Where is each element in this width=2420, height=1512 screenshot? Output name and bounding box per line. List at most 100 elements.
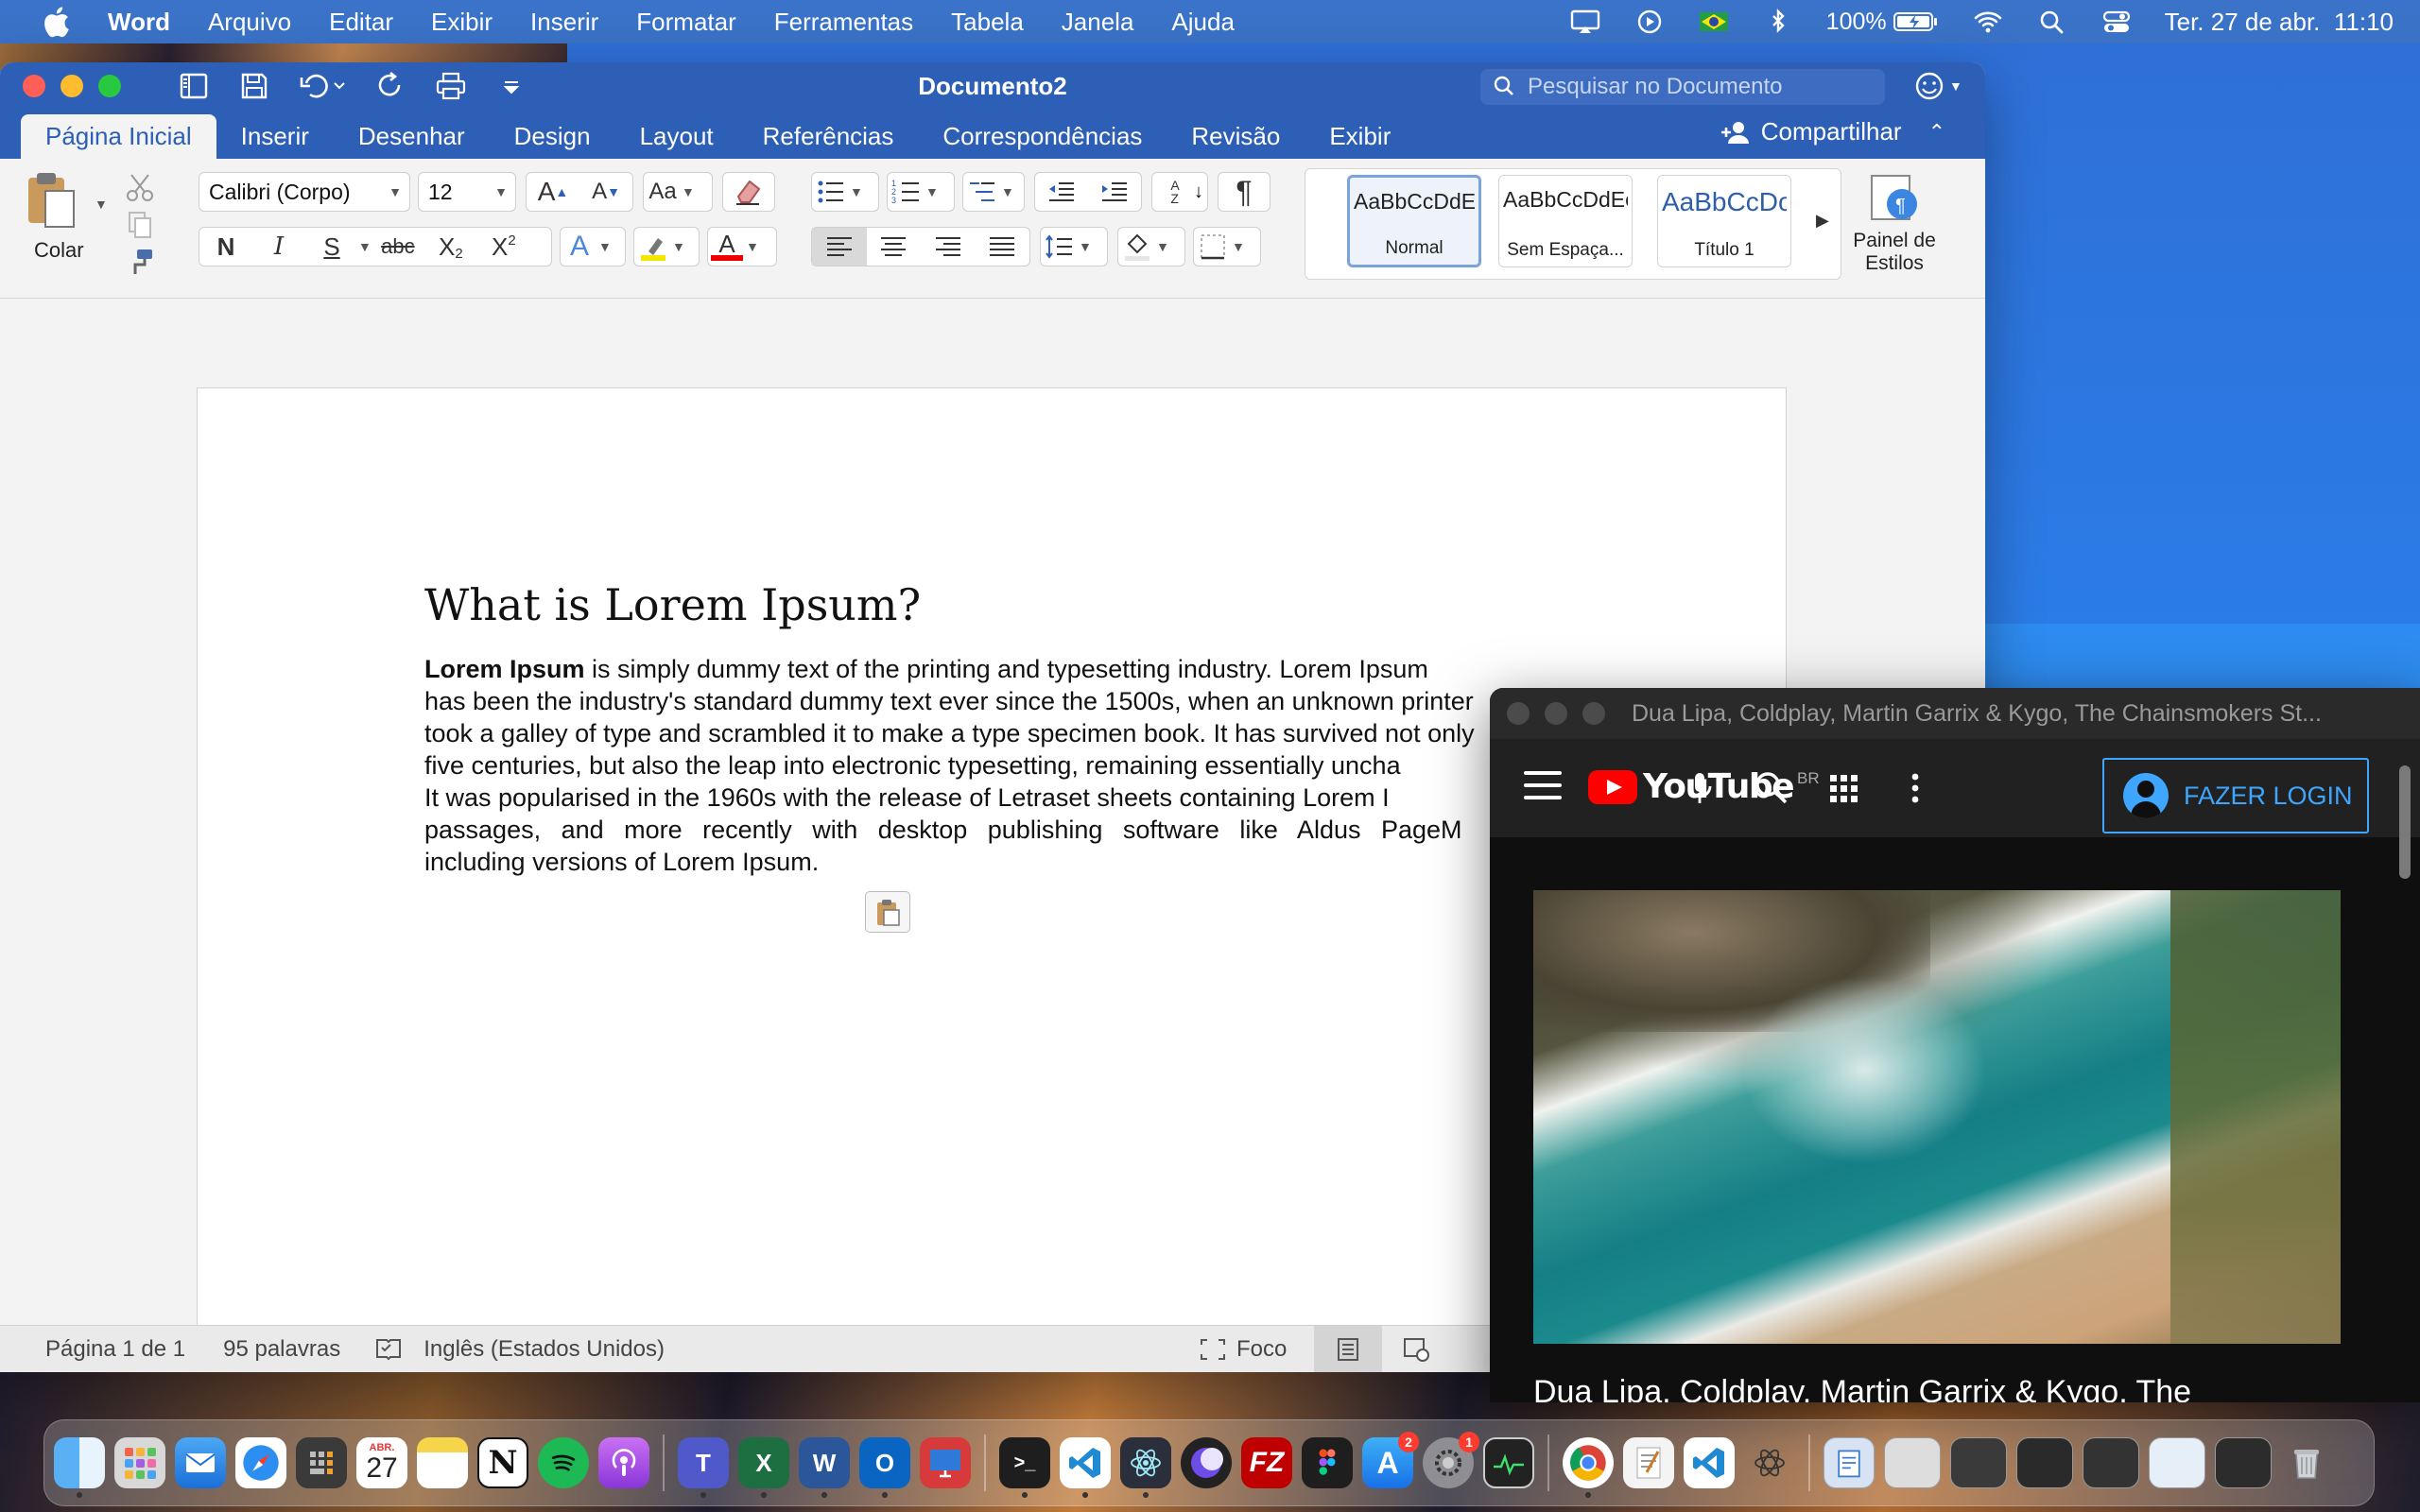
more-options-icon[interactable]: [1894, 767, 1936, 809]
search-document-field[interactable]: Pesquisar no Documento: [1480, 69, 1885, 105]
sidebar-toggle-icon[interactable]: [178, 70, 210, 102]
documents-folder-icon[interactable]: [1824, 1437, 1875, 1488]
calculator-icon[interactable]: [296, 1437, 347, 1488]
play-icon[interactable]: [1634, 8, 1666, 36]
search-icon[interactable]: [1751, 767, 1792, 809]
show-formatting-button[interactable]: ¶: [1218, 172, 1270, 212]
remote-desktop-icon[interactable]: [920, 1437, 971, 1488]
video-player[interactable]: [1533, 890, 2341, 1344]
podcasts-icon[interactable]: [598, 1437, 649, 1488]
window-thumbnail-1[interactable]: [1884, 1437, 1941, 1488]
styles-next-arrow-icon[interactable]: ▶: [1816, 211, 1829, 231]
paste-options-button[interactable]: [865, 891, 910, 933]
align-center-icon[interactable]: [867, 228, 922, 266]
trash-icon[interactable]: [2281, 1437, 2332, 1488]
tab-correspondencias[interactable]: Correspondências: [918, 122, 1167, 159]
language-status[interactable]: Inglês (Estados Unidos): [424, 1336, 665, 1363]
collapse-ribbon-icon[interactable]: ⌃: [1928, 120, 1945, 145]
youtube-scrollbar[interactable]: [2397, 747, 2412, 1399]
paste-button[interactable]: ▼ Colar: [23, 170, 110, 265]
undo-icon[interactable]: [299, 70, 346, 102]
underline-button[interactable]: S: [305, 228, 358, 266]
app-store-icon[interactable]: A 2: [1362, 1432, 1419, 1488]
decrease-indent-icon[interactable]: [1035, 173, 1088, 211]
multilevel-list-button[interactable]: ▼: [962, 172, 1025, 212]
tab-desenhar[interactable]: Desenhar: [334, 122, 490, 159]
menu-formatar[interactable]: Formatar: [636, 8, 735, 37]
focus-button[interactable]: Foco: [1199, 1336, 1287, 1363]
word-count[interactable]: 95 palavras: [223, 1336, 340, 1363]
notes-icon[interactable]: [417, 1437, 468, 1488]
teams-icon[interactable]: T: [678, 1437, 729, 1498]
menu-inserir[interactable]: Inserir: [530, 8, 598, 37]
spotify-icon[interactable]: [538, 1437, 589, 1488]
brazil-flag-icon[interactable]: [1698, 8, 1730, 36]
safari-icon[interactable]: [235, 1437, 286, 1488]
highlight-button[interactable]: ▼: [633, 227, 700, 266]
superscript-icon[interactable]: X2: [477, 228, 530, 266]
feedback-smiley-icon[interactable]: ▼: [1913, 70, 1966, 102]
microphone-icon[interactable]: [1679, 767, 1720, 809]
grow-font-icon[interactable]: A ▲: [527, 173, 579, 211]
style-titulo-1[interactable]: AaBbCcDc Título 1: [1657, 175, 1791, 267]
customize-toolbar-icon[interactable]: [495, 70, 527, 102]
electron-secondary-icon[interactable]: [1744, 1437, 1795, 1488]
screen-mirroring-icon[interactable]: [1569, 8, 1601, 36]
tab-layout[interactable]: Layout: [615, 122, 738, 159]
save-icon[interactable]: [238, 70, 270, 102]
sort-button[interactable]: A Z ↓: [1151, 172, 1208, 212]
clear-formatting-button[interactable]: [722, 172, 775, 212]
document-heading[interactable]: What is Lorem Ipsum?: [424, 579, 921, 630]
yt-minimize-button[interactable]: [1545, 702, 1567, 725]
terminal-icon[interactable]: >_: [999, 1437, 1050, 1498]
font-name-dropdown[interactable]: Calibri (Corpo) ▼: [199, 172, 410, 212]
line-spacing-button[interactable]: ▼: [1040, 227, 1108, 266]
menu-arquivo[interactable]: Arquivo: [208, 8, 291, 37]
styles-pane-button[interactable]: ¶ Painel de Estilos: [1847, 172, 1942, 285]
hamburger-menu-icon[interactable]: [1524, 771, 1562, 805]
share-button[interactable]: Compartilhar ⌃: [1720, 117, 1945, 146]
borders-button[interactable]: ▼: [1193, 227, 1261, 266]
menu-editar[interactable]: Editar: [329, 8, 393, 37]
subscript-icon[interactable]: X2: [424, 228, 477, 266]
align-right-icon[interactable]: [921, 228, 976, 266]
style-normal[interactable]: AaBbCcDdEe Normal: [1347, 175, 1481, 267]
copy-icon[interactable]: [121, 206, 159, 244]
apple-menu-icon[interactable]: [42, 6, 70, 38]
close-window-button[interactable]: [23, 75, 45, 97]
electron-icon[interactable]: [1120, 1437, 1171, 1498]
numbering-button[interactable]: 1 2 3 ▼: [887, 172, 955, 212]
outlook-icon[interactable]: O: [859, 1437, 910, 1498]
textedit-icon[interactable]: [1623, 1437, 1674, 1488]
mail-icon[interactable]: [175, 1437, 226, 1488]
battery-charging-icon[interactable]: [1893, 8, 1940, 36]
sign-in-button[interactable]: FAZER LOGIN: [2102, 758, 2369, 833]
zoom-window-button[interactable]: [98, 75, 121, 97]
activity-monitor-icon[interactable]: [1483, 1437, 1534, 1488]
menu-tabela[interactable]: Tabela: [951, 8, 1024, 37]
underline-dropdown[interactable]: ▼: [358, 239, 372, 254]
strikethrough-button[interactable]: abc: [372, 228, 424, 266]
apps-grid-icon[interactable]: [1823, 767, 1864, 809]
print-icon[interactable]: [435, 70, 467, 102]
bold-button[interactable]: N: [199, 228, 252, 266]
control-center-icon[interactable]: [2100, 8, 2133, 36]
launchpad-icon[interactable]: [114, 1437, 165, 1488]
redo-icon[interactable]: [374, 70, 406, 102]
bluetooth-icon[interactable]: [1762, 8, 1794, 36]
menu-ajuda[interactable]: Ajuda: [1171, 8, 1235, 37]
increase-indent-icon[interactable]: [1088, 173, 1141, 211]
font-size-dropdown[interactable]: 12 ▼: [418, 172, 516, 212]
cut-icon[interactable]: [121, 168, 159, 206]
text-effects-button[interactable]: A ▼: [560, 227, 626, 266]
notion-icon[interactable]: N: [477, 1437, 528, 1488]
justify-icon[interactable]: [976, 228, 1030, 266]
figma-icon[interactable]: [1302, 1437, 1353, 1488]
minimize-window-button[interactable]: [60, 75, 83, 97]
page-count[interactable]: Página 1 de 1: [45, 1336, 185, 1363]
window-thumbnail-5[interactable]: [2149, 1437, 2205, 1488]
yt-close-button[interactable]: [1507, 702, 1530, 725]
align-left-icon[interactable]: [812, 228, 867, 266]
wifi-icon[interactable]: [1972, 8, 2004, 36]
font-color-button[interactable]: A ▼: [707, 227, 777, 266]
